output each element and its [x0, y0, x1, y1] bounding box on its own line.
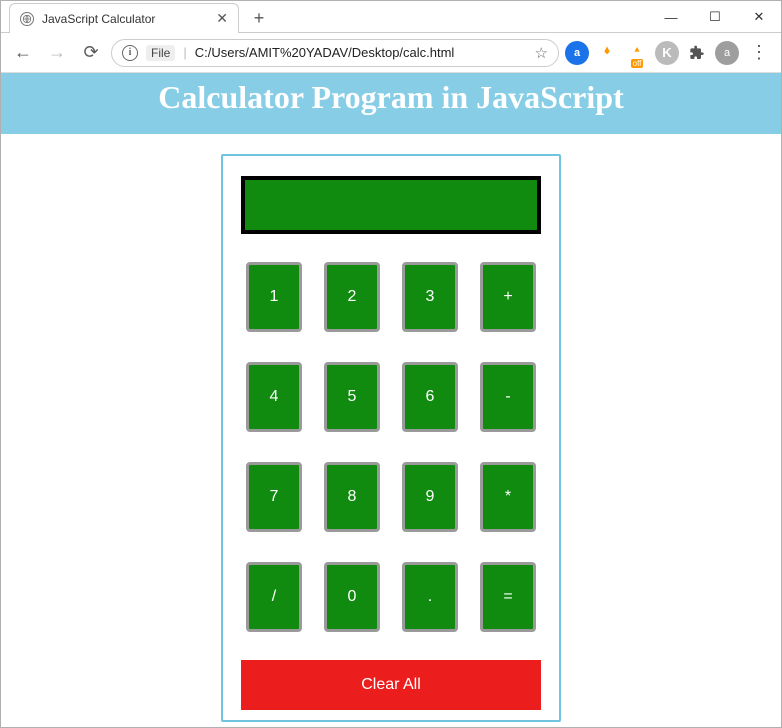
new-tab-button[interactable]: + [245, 4, 273, 32]
back-button[interactable]: ← [9, 39, 37, 67]
key-4[interactable]: 4 [246, 362, 302, 432]
tab-close-icon[interactable]: ✕ [216, 10, 228, 27]
key-6[interactable]: 6 [402, 362, 458, 432]
page-heading: Calculator Program in JavaScript [1, 79, 781, 116]
key-minus[interactable]: - [480, 362, 536, 432]
key-equals[interactable]: = [480, 562, 536, 632]
clear-all-button[interactable]: Clear All [241, 660, 541, 710]
maximize-button[interactable]: ☐ [693, 2, 737, 32]
key-2[interactable]: 2 [324, 262, 380, 332]
key-8[interactable]: 8 [324, 462, 380, 532]
key-1[interactable]: 1 [246, 262, 302, 332]
extension-flame-icon[interactable] [595, 41, 619, 65]
minimize-button[interactable]: — [649, 2, 693, 32]
globe-icon [20, 12, 34, 26]
extension-a-icon[interactable]: a [565, 41, 589, 65]
site-info-icon[interactable]: i [122, 45, 138, 61]
key-dot[interactable]: . [402, 562, 458, 632]
extensions-puzzle-icon[interactable] [685, 41, 709, 65]
window-controls: — ☐ ✕ [649, 2, 781, 32]
key-7[interactable]: 7 [246, 462, 302, 532]
bookmark-star-icon[interactable]: ☆ [535, 44, 548, 62]
tab-title: JavaScript Calculator [42, 12, 155, 26]
file-scheme-label: File [146, 45, 175, 61]
browser-menu-icon[interactable]: ⋮ [745, 42, 773, 63]
key-5[interactable]: 5 [324, 362, 380, 432]
url-text: C:/Users/AMIT%20YADAV/Desktop/calc.html [195, 45, 527, 60]
calculator-keys: 1 2 3 + 4 5 6 - 7 8 9 * / 0 . = [241, 262, 541, 632]
key-0[interactable]: 0 [324, 562, 380, 632]
browser-window: JavaScript Calculator ✕ + — ☐ ✕ ← → ⟳ i … [0, 0, 782, 728]
extension-k-icon[interactable]: K [655, 41, 679, 65]
page-banner: Calculator Program in JavaScript [1, 73, 781, 134]
profile-avatar-icon[interactable]: a [715, 41, 739, 65]
key-9[interactable]: 9 [402, 462, 458, 532]
calculator-container: 1 2 3 + 4 5 6 - 7 8 9 * / 0 . = [1, 134, 781, 722]
window-close-button[interactable]: ✕ [737, 2, 781, 32]
key-plus[interactable]: + [480, 262, 536, 332]
key-3[interactable]: 3 [402, 262, 458, 332]
reload-button[interactable]: ⟳ [77, 39, 105, 67]
forward-button[interactable]: → [43, 39, 71, 67]
key-multiply[interactable]: * [480, 462, 536, 532]
key-divide[interactable]: / [246, 562, 302, 632]
address-bar[interactable]: i File | C:/Users/AMIT%20YADAV/Desktop/c… [111, 39, 559, 67]
clear-row: Clear All [241, 660, 541, 710]
calculator: 1 2 3 + 4 5 6 - 7 8 9 * / 0 . = [221, 154, 561, 722]
calculator-display[interactable] [241, 176, 541, 234]
browser-toolbar: ← → ⟳ i File | C:/Users/AMIT%20YADAV/Des… [1, 33, 781, 73]
browser-tab[interactable]: JavaScript Calculator ✕ [9, 3, 239, 33]
page-viewport: Calculator Program in JavaScript 1 2 3 +… [1, 73, 781, 727]
url-divider: | [183, 45, 186, 60]
extension-off-icon[interactable]: off [625, 41, 649, 65]
extension-off-badge: off [631, 59, 644, 68]
titlebar: JavaScript Calculator ✕ + — ☐ ✕ [1, 1, 781, 33]
